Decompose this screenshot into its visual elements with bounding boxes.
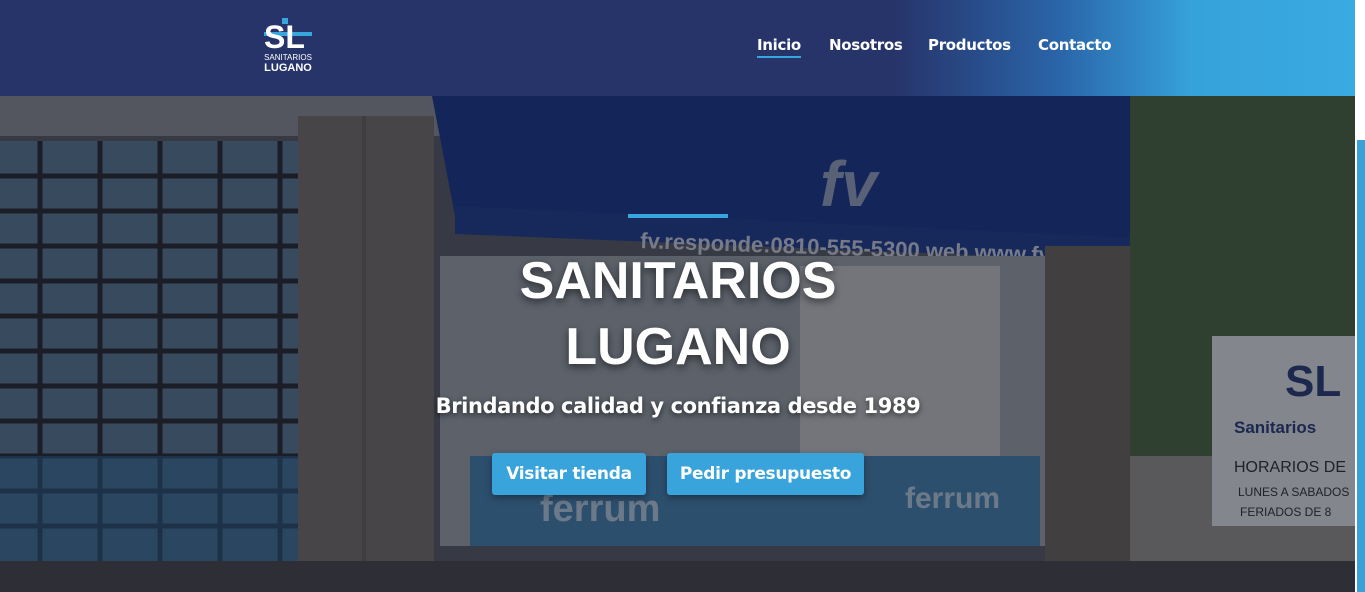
scrollbar-thumb[interactable] <box>1357 140 1365 592</box>
hero-subtitle: Brindando calidad y confianza desde 1989 <box>435 394 921 418</box>
logo-text-sanitarios: SANITARIOS <box>264 53 312 62</box>
title-accent-bar <box>628 214 728 218</box>
nav-link-nosotros[interactable]: Nosotros <box>829 36 903 54</box>
nav-link-contacto[interactable]: Contacto <box>1038 36 1112 54</box>
logo-text-lugano: LUGANO <box>264 62 312 74</box>
hero-section: fv.responde:0810-555-5300 web.www.fvsa.c… <box>0 96 1355 592</box>
request-quote-button[interactable]: Pedir presupuesto <box>667 453 864 495</box>
nav-link-inicio[interactable]: Inicio <box>757 36 801 58</box>
hero-title: SANITARIOS LUGANO <box>428 248 928 380</box>
visit-store-button[interactable]: Visitar tienda <box>492 453 646 495</box>
logo-mark-icon: SL <box>264 18 312 52</box>
svg-text:SL: SL <box>264 19 305 52</box>
site-logo[interactable]: SL SANITARIOS LUGANO <box>258 18 316 76</box>
nav-link-productos[interactable]: Productos <box>928 36 1011 54</box>
hero-title-line1: SANITARIOS <box>519 252 837 310</box>
site-header: SL SANITARIOS LUGANO Inicio Nosotros Pro… <box>0 0 1355 96</box>
hero-title-line2: LUGANO <box>565 318 791 376</box>
